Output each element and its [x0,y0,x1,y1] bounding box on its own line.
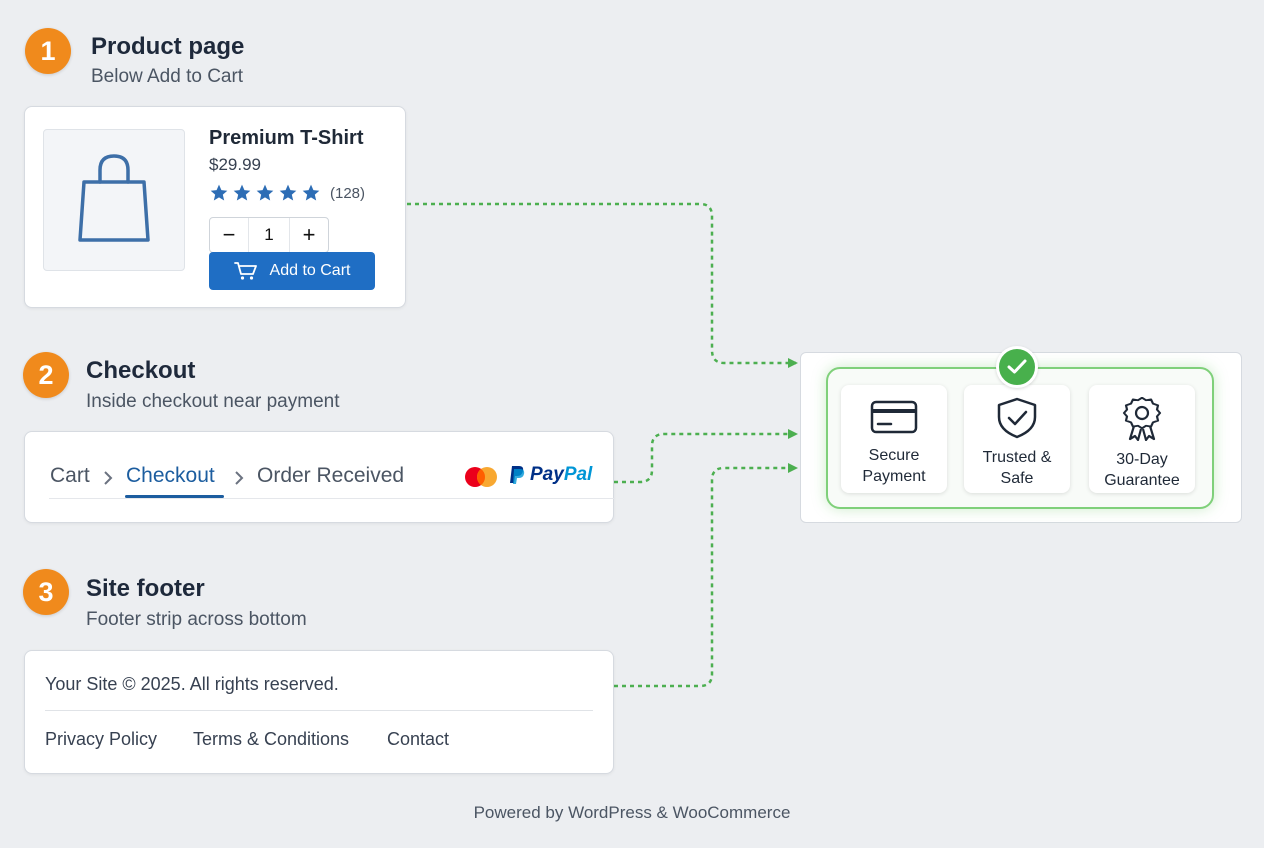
section-subtitle-checkout: Inside checkout near payment [86,391,340,412]
footer-link-contact[interactable]: Contact [387,729,449,750]
shopping-bag-icon [78,154,150,242]
breadcrumb-checkout[interactable]: Checkout [126,464,215,488]
product-image [43,129,185,271]
credit-card-icon [870,400,918,434]
trust-badge-label: 30-Day Guarantee [1104,451,1180,489]
checkmark-icon [996,346,1038,388]
star-icon [210,184,228,201]
chevron-right-icon [235,471,244,485]
step-badge-2: 2 [23,352,69,398]
product-price: $29.99 [209,155,261,174]
powered-by-text: Powered by WordPress & WooCommerce [473,803,791,822]
trust-badge-label: Secure Payment [862,447,926,485]
product-rating: (128) [209,183,365,203]
paypal-icon [510,466,525,484]
chevron-right-icon [104,471,113,485]
star-icon [233,184,251,201]
connector-footer [614,463,798,688]
trust-badges-frame: Secure Payment Trusted & Safe 30-Day Gua… [826,367,1214,509]
shield-check-icon [997,397,1037,439]
trust-badge-trusted-safe: Trusted & Safe [964,385,1070,493]
paypal-word-pay: Pay [530,464,564,485]
connector-product [407,202,798,368]
checkout-card: Cart Checkout Order Received PayPal [24,431,615,523]
connector-checkout [614,429,798,484]
footer-copyright: Your Site © 2025. All rights reserved. [45,674,339,694]
trust-badge-guarantee: 30-Day Guarantee [1089,385,1195,493]
add-to-cart-button[interactable]: Add to Cart [209,252,375,290]
product-card: Premium T-Shirt $29.99 (128) − 1 + Add t… [24,106,406,308]
star-icon [256,184,274,201]
decrement-button[interactable]: − [210,218,248,252]
product-name: Premium T-Shirt [209,127,364,149]
add-to-cart-label: Add to Cart [269,262,351,279]
step-badge-1: 1 [25,28,71,74]
breadcrumb-divider [49,498,615,499]
footer-link-privacy[interactable]: Privacy Policy [45,729,157,750]
footer-divider [45,710,593,711]
award-ribbon-icon [1122,397,1162,441]
paypal-word-pal: Pal [563,464,593,485]
cart-icon [233,262,257,280]
section-subtitle-footer: Footer strip across bottom [86,609,307,630]
quantity-value[interactable]: 1 [248,218,290,252]
increment-button[interactable]: + [290,218,328,252]
footer-card: Your Site © 2025. All rights reserved. P… [24,650,614,774]
trust-badge-label: Trusted & Safe [982,449,1052,487]
trust-badge-secure-payment: Secure Payment [841,385,947,493]
star-icon [279,184,297,201]
section-subtitle-product: Below Add to Cart [91,66,244,87]
star-icon [302,184,320,201]
rating-count: (128) [330,184,366,202]
section-title-product: Product page [91,33,245,60]
paypal-logo: PayPal [509,464,592,486]
quantity-stepper: − 1 + [209,217,329,253]
step-badge-3: 3 [23,569,69,615]
footer-link-terms[interactable]: Terms & Conditions [193,729,349,750]
section-title-checkout: Checkout [86,357,196,384]
breadcrumb-cart[interactable]: Cart [50,464,90,488]
mastercard-icon [465,467,497,487]
section-title-footer: Site footer [86,575,205,602]
breadcrumb-order-received[interactable]: Order Received [257,464,404,488]
